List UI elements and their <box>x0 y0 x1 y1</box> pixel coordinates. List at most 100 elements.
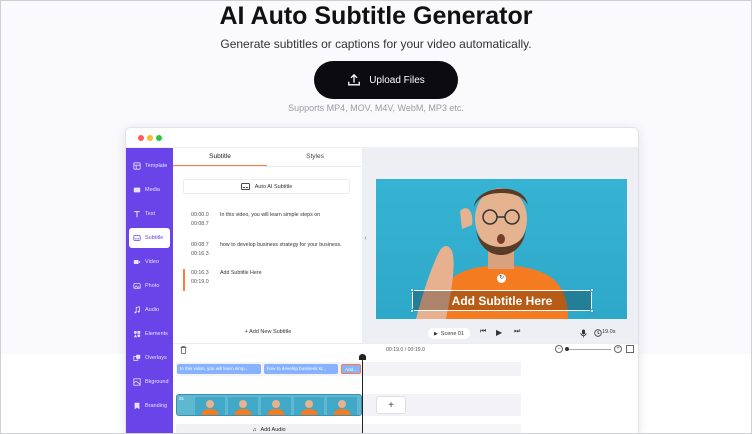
page-subtitle: Generate subtitles or captions for your … <box>220 37 532 51</box>
zoom-slider-track[interactable] <box>567 349 611 350</box>
timeline: 00:19.0 / 00:19.0 − + In this video, you… <box>173 343 638 433</box>
zoom-in-icon[interactable]: + <box>614 345 622 353</box>
tab-styles[interactable]: Styles <box>268 148 362 166</box>
subtitle-cue-active[interactable]: 00:16.3 00:19.0 Add Subtitle Here <box>183 269 353 291</box>
maximize-window-dot[interactable] <box>156 135 162 141</box>
active-cue-indicator <box>183 269 185 291</box>
subtitle-cue[interactable]: 00:00.0 00:08.7 In this video, you will … <box>183 211 353 233</box>
subtitle-cue[interactable]: 00:08.7 00:16.3 how to develop business … <box>183 241 353 263</box>
video-preview-area: ↻ Add Subtitle Here ▶ Scene 01 ⏮ ▶ ⏭ 19.… <box>362 148 638 343</box>
subtitle-icon <box>133 235 141 241</box>
timeline-timecode: 00:19.0 / 00:19.0 <box>386 347 425 353</box>
fit-timeline-icon[interactable] <box>626 345 634 353</box>
sidebar-item-branding[interactable]: Branding <box>129 396 170 416</box>
overlays-icon <box>133 354 141 361</box>
sidebar-item-label: Audio <box>145 307 160 313</box>
auto-ai-subtitle-label: Auto AI Subtitle <box>254 183 293 190</box>
sidebar-item-label: Media <box>145 187 160 193</box>
cue-text[interactable]: how to develop business strategy for you… <box>220 241 350 250</box>
subtitle-clip[interactable]: In this video, you will learn simp... <box>177 364 261 374</box>
sidebar-item-overlays[interactable]: Overlays <box>129 348 170 368</box>
add-audio-button[interactable]: ♫ Add Audio <box>176 424 362 433</box>
cue-start-time: 00:08.7 <box>191 242 209 248</box>
trash-icon[interactable] <box>180 346 187 354</box>
skip-back-icon[interactable]: ⏮ <box>480 328 486 336</box>
timeline-toolbar: 00:19.0 / 00:19.0 − + <box>173 344 638 356</box>
resize-handle[interactable] <box>410 309 414 313</box>
subtitle-overlay-box[interactable]: Add Subtitle Here <box>410 288 594 313</box>
cue-end-time: 00:08.7 <box>191 221 209 227</box>
thumbnail-figures <box>201 400 351 415</box>
upload-files-label: Upload Files <box>369 74 425 86</box>
template-icon <box>133 162 141 170</box>
upload-icon <box>348 73 361 86</box>
rotate-handle-icon[interactable]: ↻ <box>497 274 506 283</box>
playhead-line[interactable] <box>362 357 363 433</box>
cue-start-time: 00:16.3 <box>191 270 209 276</box>
cue-times: 00:00.0 00:08.7 <box>191 211 219 229</box>
resize-handle[interactable] <box>410 288 414 292</box>
zoom-slider-handle[interactable] <box>565 347 569 351</box>
scene-label: Scene 01 <box>440 330 465 337</box>
subtitle-icon <box>240 183 250 190</box>
cue-text[interactable]: In this video, you will learn simple ste… <box>220 211 350 220</box>
sidebar-item-background[interactable]: Bkground <box>129 372 170 392</box>
media-icon <box>133 187 141 193</box>
sidebar-item-label: Bkground <box>145 379 169 385</box>
supported-formats-note: Supports MP4, MOV, M4V, WebM, MP3 etc. <box>288 103 464 113</box>
resize-handle[interactable] <box>590 309 594 313</box>
tab-subtitle[interactable]: Subtitle <box>173 148 267 166</box>
add-new-subtitle-label: Add New Subtitle <box>249 329 292 335</box>
sidebar-item-label: Elements <box>145 331 168 337</box>
cue-start-time: 00:00.0 <box>191 212 209 218</box>
auto-ai-subtitle-button[interactable]: Auto AI Subtitle <box>183 179 350 194</box>
upload-files-button[interactable]: Upload Files <box>314 61 458 99</box>
zoom-out-icon[interactable]: − <box>555 345 563 353</box>
sidebar-item-label: Photo <box>145 283 160 289</box>
sidebar-item-photo[interactable]: Photo <box>129 276 170 296</box>
sidebar-item-label: Video <box>145 259 159 265</box>
cue-text[interactable]: Add Subtitle Here <box>220 269 350 278</box>
minimize-window-dot[interactable] <box>147 135 153 141</box>
playback-controls: ▶ Scene 01 ⏮ ▶ ⏭ 19.0s <box>362 325 638 343</box>
add-scene-button[interactable]: + <box>376 396 406 414</box>
microphone-icon[interactable] <box>580 329 587 338</box>
video-track-clip[interactable]: 01 <box>176 394 362 416</box>
subtitle-overlay-text[interactable]: Add Subtitle Here <box>452 294 553 308</box>
sidebar-item-label: Branding <box>145 403 168 409</box>
text-icon <box>134 211 140 218</box>
close-window-dot[interactable] <box>138 135 144 141</box>
subtitle-clip[interactable]: how to develop business st... <box>264 364 338 374</box>
branding-icon <box>134 402 140 410</box>
add-new-subtitle-button[interactable]: + Add New Subtitle <box>183 329 353 335</box>
clock-icon <box>594 329 602 337</box>
collapse-panel-icon[interactable]: ‹ <box>362 232 369 246</box>
photo-icon <box>133 283 141 289</box>
tab-divider <box>173 166 362 167</box>
play-icon[interactable]: ▶ <box>496 328 502 337</box>
editor-sidebar: Template Media Text Subtitle Video Photo… <box>126 148 173 433</box>
sidebar-item-audio[interactable]: Audio <box>129 300 170 320</box>
sidebar-item-media[interactable]: Media <box>129 180 170 200</box>
resize-handle[interactable] <box>590 288 594 292</box>
music-note-icon: ♫ <box>252 427 257 433</box>
cue-times: 00:16.3 00:19.0 <box>191 269 219 287</box>
editor-window: Template Media Text Subtitle Video Photo… <box>125 127 639 434</box>
sidebar-item-subtitle[interactable]: Subtitle <box>129 228 170 248</box>
sidebar-item-elements[interactable]: Elements <box>129 324 170 344</box>
sidebar-item-video[interactable]: Video <box>129 252 170 272</box>
sidebar-item-template[interactable]: Template <box>129 156 170 176</box>
add-audio-label: Add Audio <box>260 427 286 433</box>
scene-selector[interactable]: ▶ Scene 01 <box>428 328 470 339</box>
window-titlebar <box>126 128 638 148</box>
sidebar-item-label: Template <box>145 163 168 169</box>
video-icon <box>133 260 141 264</box>
skip-forward-icon[interactable]: ⏭ <box>514 328 520 336</box>
cue-end-time: 00:16.3 <box>191 251 209 257</box>
sidebar-item-label: Text <box>145 211 156 217</box>
subtitle-clip-active[interactable]: Add... <box>341 364 361 374</box>
video-duration: 19.0s <box>602 329 616 335</box>
video-canvas[interactable]: ↻ Add Subtitle Here <box>376 179 627 319</box>
sidebar-item-text[interactable]: Text <box>129 204 170 224</box>
audio-icon <box>134 306 140 314</box>
